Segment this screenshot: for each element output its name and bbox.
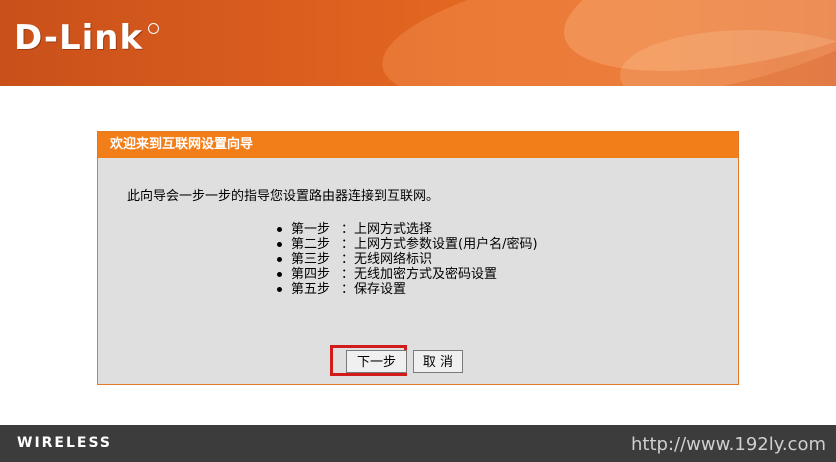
bullet-icon bbox=[277, 257, 282, 262]
step-label: 第三步 bbox=[291, 252, 331, 267]
step-label: 第四步 bbox=[291, 267, 331, 282]
dlink-logo: D-Link bbox=[14, 18, 144, 58]
bullet-icon bbox=[277, 227, 282, 232]
step-description: ：上网方式参数设置(用户名/密码) bbox=[341, 237, 538, 252]
step-description: ：保存设置 bbox=[341, 282, 407, 297]
registered-mark-icon bbox=[148, 23, 159, 34]
bullet-icon bbox=[277, 272, 282, 277]
wizard-title: 欢迎来到互联网设置向导 bbox=[98, 132, 738, 158]
wizard-steps-list: 第一步 ：上网方式选择 第二步 ：上网方式参数设置(用户名/密码) 第三步 ：无线网络… bbox=[273, 222, 538, 297]
step-label: 第二步 bbox=[291, 237, 331, 252]
watermark-url: http://www.192ly.com bbox=[631, 434, 826, 455]
list-item: 第二步 ：上网方式参数设置(用户名/密码) bbox=[273, 237, 538, 252]
step-label: 第一步 bbox=[291, 222, 331, 237]
list-item: 第一步 ：上网方式选择 bbox=[273, 222, 538, 237]
list-item: 第三步 ：无线网络标识 bbox=[273, 252, 538, 267]
footer-bar: WIRELESS http://www.192ly.com bbox=[0, 425, 836, 462]
bullet-icon bbox=[277, 242, 282, 247]
header-banner: D-Link bbox=[0, 0, 836, 86]
wireless-label: WIRELESS bbox=[17, 435, 113, 451]
list-item: 第五步 ：保存设置 bbox=[273, 282, 538, 297]
cancel-button[interactable]: 取 消 bbox=[413, 350, 463, 373]
router-setup-page: D-Link 欢迎来到互联网设置向导 此向导会一步一步的指导您设置路由器连接到互… bbox=[0, 0, 836, 462]
setup-wizard-panel: 欢迎来到互联网设置向导 此向导会一步一步的指导您设置路由器连接到互联网。 第一步… bbox=[97, 131, 739, 385]
step-description: ：上网方式选择 bbox=[341, 222, 433, 237]
step-label: 第五步 bbox=[291, 282, 331, 297]
step-description: ：无线网络标识 bbox=[341, 252, 433, 267]
list-item: 第四步 ：无线加密方式及密码设置 bbox=[273, 267, 538, 282]
next-step-button[interactable]: 下一步 bbox=[346, 350, 407, 373]
step-description: ：无线加密方式及密码设置 bbox=[341, 267, 498, 282]
wizard-intro: 此向导会一步一步的指导您设置路由器连接到互联网。 bbox=[127, 189, 440, 204]
bullet-icon bbox=[277, 287, 282, 292]
